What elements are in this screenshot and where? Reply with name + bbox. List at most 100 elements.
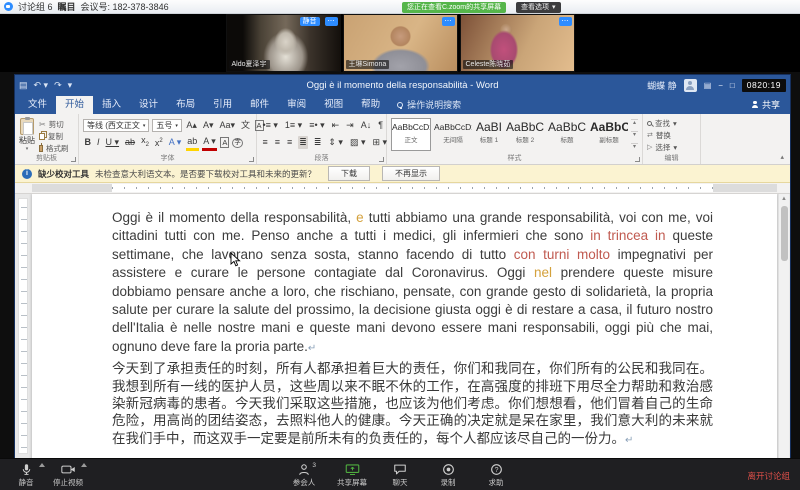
more-options-icon[interactable]: ⋯ xyxy=(559,17,572,26)
paragraph-dialog-launcher[interactable] xyxy=(379,157,384,162)
distribute-button[interactable]: ≣ xyxy=(312,136,323,149)
paste-button[interactable]: 粘贴 ▾ xyxy=(19,117,35,153)
participants-button[interactable]: 3 参会人 xyxy=(284,461,324,489)
grow-font-button[interactable]: A▴ xyxy=(185,119,199,132)
text-effects-button[interactable]: A ▾ xyxy=(167,136,183,149)
underline-button[interactable]: U ▾ xyxy=(104,136,121,149)
collapse-ribbon-icon[interactable]: ▴ xyxy=(780,153,784,161)
bold-button[interactable]: B xyxy=(83,136,93,149)
mute-button[interactable]: 静音 xyxy=(6,461,46,489)
share-label: 共享 xyxy=(762,98,780,111)
styles-scroll-down-icon[interactable]: ▾ xyxy=(631,131,638,139)
more-options-icon[interactable]: ⋯ xyxy=(442,17,455,26)
line-spacing-button[interactable]: ⇕ ▾ xyxy=(327,136,345,149)
document-page[interactable]: Oggi è il momento della responsabilità, … xyxy=(32,194,777,458)
style-subtitle[interactable]: AaBbC 副标题 xyxy=(589,118,629,151)
tab-review[interactable]: 审阅 xyxy=(278,96,315,114)
record-label: 录制 xyxy=(441,477,456,488)
style-heading2[interactable]: AaBbC 标题 2 xyxy=(505,118,545,151)
dismiss-button[interactable]: 不再显示 xyxy=(382,166,440,181)
tab-mailings[interactable]: 邮件 xyxy=(241,96,278,114)
highlight-color-button[interactable]: ab xyxy=(186,135,199,151)
style-no-spacing[interactable]: AaBbCcDx 无间隔 xyxy=(433,118,473,151)
chevron-up-icon[interactable] xyxy=(39,463,45,467)
justify-button[interactable]: ≣ xyxy=(298,136,309,149)
bullets-button[interactable]: •≡ ▾ xyxy=(261,119,279,132)
scrollbar-thumb[interactable] xyxy=(781,206,788,261)
chevron-up-icon[interactable] xyxy=(81,463,87,467)
copy-button[interactable]: 复制 xyxy=(39,131,69,142)
tab-design[interactable]: 设计 xyxy=(130,96,167,114)
character-shading-button[interactable]: A xyxy=(220,137,229,148)
leave-room-button[interactable]: 离开讨论组 xyxy=(747,471,790,481)
restore-icon[interactable]: □ xyxy=(730,81,735,90)
change-case-button[interactable]: Aa▾ xyxy=(218,119,237,132)
align-right-button[interactable]: ≡ xyxy=(286,136,294,149)
scroll-up-icon[interactable]: ▲ xyxy=(779,194,789,205)
clipboard-dialog-launcher[interactable] xyxy=(71,157,76,162)
phonetic-guide-button[interactable]: 文 xyxy=(240,119,252,132)
cut-button[interactable]: ✂剪切 xyxy=(39,119,69,130)
align-left-button[interactable]: ≡ xyxy=(261,136,269,149)
tab-insert[interactable]: 插入 xyxy=(93,96,130,114)
minimize-icon[interactable]: − xyxy=(718,81,723,90)
record-button[interactable]: 录制 xyxy=(428,461,468,489)
show-marks-button[interactable]: ¶ xyxy=(377,119,385,132)
font-color-button[interactable]: A ▾ xyxy=(202,135,218,151)
participant-video-3[interactable]: ⋯ Celeste陈晓茹 xyxy=(460,14,575,72)
undo-icon[interactable]: ↶ ▾ xyxy=(34,80,49,91)
shading-button[interactable]: ▨ ▾ xyxy=(348,136,367,149)
tab-file[interactable]: 文件 xyxy=(19,96,56,114)
view-options-button[interactable]: 查看选项 ▾ xyxy=(516,2,561,13)
share-button[interactable]: 共享 xyxy=(752,98,780,114)
ask-help-button[interactable]: ? 求助 xyxy=(476,461,516,489)
qat-customize-icon[interactable]: ▾ xyxy=(68,80,73,91)
subscript-button[interactable]: x2 xyxy=(140,134,151,152)
download-button[interactable]: 下载 xyxy=(328,166,370,181)
tab-view[interactable]: 视图 xyxy=(315,96,352,114)
italic-button[interactable]: I xyxy=(96,136,102,149)
numbering-button[interactable]: 1≡ ▾ xyxy=(283,119,303,132)
stop-video-button[interactable]: 停止视频 xyxy=(48,461,88,489)
style-heading1[interactable]: AaBI 标题 1 xyxy=(475,118,503,151)
styles-dialog-launcher[interactable] xyxy=(635,157,640,162)
style-normal[interactable]: AaBbCcDx 正文 xyxy=(391,118,431,151)
ribbon-options-icon[interactable]: ▤ xyxy=(704,81,712,90)
borders-button[interactable]: ⊞ ▾ xyxy=(371,136,389,149)
font-size-select[interactable]: 五号▾ xyxy=(152,119,182,132)
select-button[interactable]: ▷选择 ▾ xyxy=(647,142,696,153)
find-button[interactable]: 查找 ▾ xyxy=(647,118,696,129)
share-screen-button[interactable]: 共享屏幕 xyxy=(332,461,372,489)
participant-video-1[interactable]: 静音 ⋯ Aldo夏泽宇 xyxy=(226,14,341,72)
shrink-font-button[interactable]: A▾ xyxy=(201,119,215,132)
more-options-icon[interactable]: ⋯ xyxy=(325,17,338,26)
enclose-characters-button[interactable]: 字 xyxy=(232,138,243,148)
align-center-button[interactable]: ≡ xyxy=(273,136,281,149)
style-title[interactable]: AaBbC 标题 xyxy=(547,118,587,151)
tab-help[interactable]: 帮助 xyxy=(352,96,389,114)
decrease-indent-button[interactable]: ⇤ xyxy=(330,119,341,132)
account-avatar[interactable] xyxy=(684,79,697,92)
replace-button[interactable]: ⇄替换 xyxy=(647,130,696,141)
save-icon[interactable]: ▤ xyxy=(19,80,28,91)
chat-button[interactable]: 聊天 xyxy=(380,461,420,489)
participants-label: 参会人 xyxy=(293,477,316,488)
tab-references[interactable]: 引用 xyxy=(204,96,241,114)
styles-scroll-up-icon[interactable]: ▴ xyxy=(631,119,638,127)
redo-icon[interactable]: ↷ xyxy=(54,80,62,91)
word-scrollbar[interactable]: ▲ xyxy=(778,194,789,458)
tab-layout[interactable]: 布局 xyxy=(167,96,204,114)
sort-button[interactable]: A↓ xyxy=(359,119,373,132)
svg-text:?: ? xyxy=(494,466,498,473)
tell-me-search[interactable]: 操作说明搜索 xyxy=(397,98,461,114)
font-dialog-launcher[interactable] xyxy=(249,157,254,162)
tab-home[interactable]: 开始 xyxy=(56,96,93,114)
font-name-select[interactable]: 等线 (西文正文▾ xyxy=(83,119,149,132)
superscript-button[interactable]: x2 xyxy=(153,135,164,150)
participant-video-2[interactable]: ⋯ 王琳Simona xyxy=(343,14,458,72)
font-group-label: 字体 xyxy=(79,153,256,163)
styles-gallery-more-icon[interactable]: ▾ xyxy=(631,143,638,151)
increase-indent-button[interactable]: ⇥ xyxy=(345,119,356,132)
multilevel-list-button[interactable]: ≡• ▾ xyxy=(308,119,326,132)
strikethrough-button[interactable]: ab xyxy=(124,136,137,149)
